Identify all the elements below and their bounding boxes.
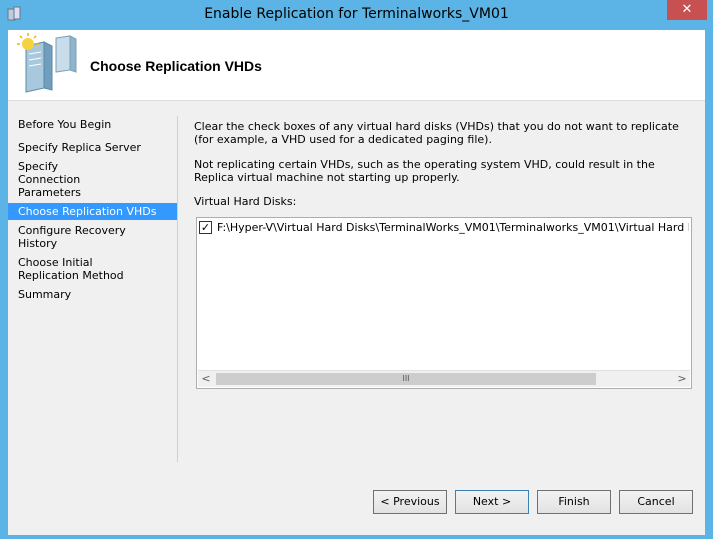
scroll-left-arrow-icon[interactable]: < xyxy=(198,371,214,387)
wizard-steps: Before You Begin Specify Replica Server … xyxy=(8,116,178,303)
wizard-header: Choose Replication VHDs xyxy=(8,30,705,101)
nav-item-choose-replication-vhds[interactable]: Choose Replication VHDs xyxy=(8,203,178,220)
nav-item-configure-recovery-history[interactable]: Configure Recovery History xyxy=(8,222,178,252)
nav-item-choose-initial-replication-method[interactable]: Choose Initial Replication Method xyxy=(8,254,158,284)
replication-wizard-icon xyxy=(16,32,80,96)
vhd-list-label: Virtual Hard Disks: xyxy=(194,195,297,208)
vhd-listbox[interactable]: ✓ F:\Hyper-V\Virtual Hard Disks\Terminal… xyxy=(196,217,692,389)
next-button[interactable]: Next > xyxy=(455,490,529,514)
warning-text: Not replicating certain VHDs, such as th… xyxy=(194,158,655,184)
window-title: Enable Replication for Terminalworks_VM0… xyxy=(204,6,509,22)
scrollbar-thumb[interactable]: III xyxy=(216,373,596,385)
previous-button[interactable]: < Previous xyxy=(373,490,447,514)
vhd-path: F:\Hyper-V\Virtual Hard Disks\TerminalWo… xyxy=(217,221,689,234)
title-bar: Enable Replication for Terminalworks_VM0… xyxy=(0,0,713,30)
nav-item-specify-replica-server[interactable]: Specify Replica Server xyxy=(8,139,178,156)
wizard-window: Choose Replication VHDs Before You Begin… xyxy=(8,30,705,535)
close-button[interactable]: ✕ xyxy=(667,0,707,20)
nav-divider xyxy=(177,116,178,462)
nav-item-summary[interactable]: Summary xyxy=(8,286,178,303)
scroll-right-arrow-icon[interactable]: > xyxy=(674,371,690,387)
nav-item-specify-connection-parameters[interactable]: Specify Connection Parameters xyxy=(8,158,133,201)
content-area: Clear the check boxes of any virtual har… xyxy=(194,120,694,208)
vhd-checkbox[interactable]: ✓ xyxy=(199,221,212,234)
nav-item-before-you-begin[interactable]: Before You Begin xyxy=(8,116,178,133)
cancel-button[interactable]: Cancel xyxy=(619,490,693,514)
vhd-list-item[interactable]: ✓ F:\Hyper-V\Virtual Hard Disks\Terminal… xyxy=(199,221,689,236)
horizontal-scrollbar[interactable]: < III > xyxy=(198,370,690,387)
instruction-text: Clear the check boxes of any virtual har… xyxy=(194,120,679,146)
finish-button[interactable]: Finish xyxy=(537,490,611,514)
page-title: Choose Replication VHDs xyxy=(90,58,262,74)
